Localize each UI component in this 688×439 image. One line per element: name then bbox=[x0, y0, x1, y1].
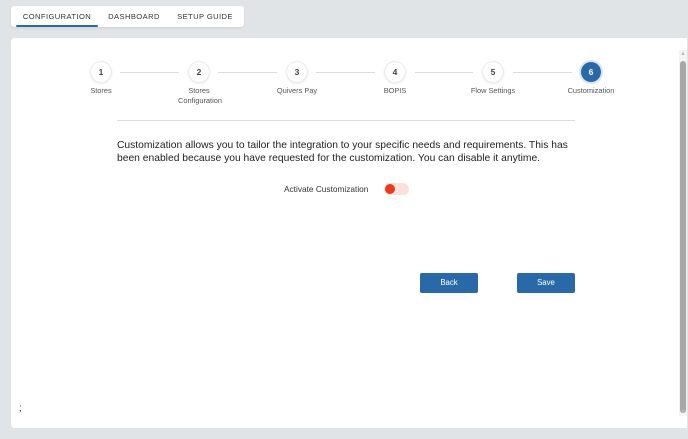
stepper: 1 2 3 4 5 6 Stores Stores Configuration … bbox=[11, 38, 687, 118]
tab-setup-guide[interactable]: SETUP GUIDE bbox=[171, 6, 239, 27]
divider bbox=[117, 120, 575, 121]
step-3-indicator[interactable]: 3 bbox=[287, 62, 307, 82]
step-connector bbox=[218, 72, 277, 73]
back-button[interactable]: Back bbox=[420, 273, 478, 293]
step-2-label: Stores Configuration bbox=[178, 86, 222, 105]
step-5-indicator[interactable]: 5 bbox=[483, 62, 503, 82]
step-1-indicator[interactable]: 1 bbox=[91, 62, 111, 82]
step-6-indicator[interactable]: 6 bbox=[581, 62, 601, 82]
step-4-label: BOPIS bbox=[383, 86, 407, 95]
step-6-label: Customization bbox=[567, 86, 615, 95]
step-4-indicator[interactable]: 4 bbox=[385, 62, 405, 82]
active-tab-indicator bbox=[16, 25, 98, 27]
configuration-panel: 1 2 3 4 5 6 Stores Stores Configuration … bbox=[11, 38, 687, 428]
step-connector bbox=[513, 72, 572, 73]
activate-customization-toggle[interactable] bbox=[384, 183, 409, 195]
scrollbar-thumb[interactable] bbox=[680, 61, 686, 413]
page: CONFIGURATION DASHBOARD SETUP GUIDE 1 2 … bbox=[0, 0, 688, 439]
step-connector bbox=[316, 72, 375, 73]
scroll-up-arrow-icon[interactable]: ▲ bbox=[679, 50, 687, 58]
scroll-down-arrow-icon[interactable]: ▼ bbox=[679, 408, 687, 416]
toggle-knob bbox=[385, 184, 395, 194]
step-connector bbox=[120, 72, 179, 73]
footer-text: ; bbox=[19, 403, 22, 414]
step-2-indicator[interactable]: 2 bbox=[189, 62, 209, 82]
customization-description: Customization allows you to tailor the i… bbox=[117, 140, 568, 164]
save-button[interactable]: Save bbox=[517, 273, 575, 293]
top-tab-bar: CONFIGURATION DASHBOARD SETUP GUIDE bbox=[11, 6, 244, 27]
step-1-label: Stores bbox=[90, 86, 112, 95]
tab-dashboard[interactable]: DASHBOARD bbox=[101, 6, 167, 27]
activate-customization-label: Activate Customization bbox=[284, 184, 369, 194]
step-connector bbox=[415, 72, 473, 73]
step-3-label: Quivers Pay bbox=[276, 86, 318, 95]
step-5-label: Flow Settings bbox=[470, 86, 516, 95]
tab-configuration[interactable]: CONFIGURATION bbox=[16, 6, 98, 27]
vertical-scrollbar[interactable]: ▲ ▼ bbox=[679, 50, 687, 416]
